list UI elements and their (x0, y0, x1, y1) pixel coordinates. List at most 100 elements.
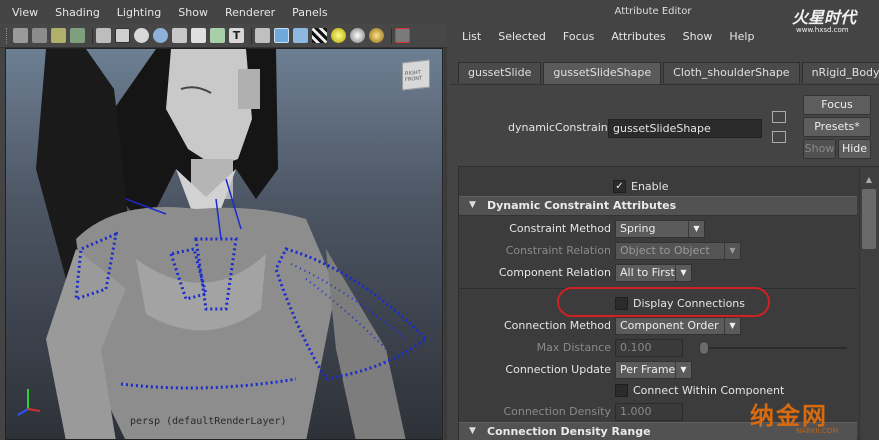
perspective-view[interactable]: RIGHT FRONT persp (defaultRenderLayer) (5, 48, 443, 440)
default-material-icon[interactable] (191, 28, 206, 43)
row-constraint-relation: Constraint Relation Object to Object ▼ (459, 241, 857, 261)
output-connection-icon[interactable] (772, 131, 786, 143)
tab-gussetslide[interactable]: gussetSlide (458, 62, 542, 83)
enable-label: Enable (631, 180, 669, 193)
connect-within-checkbox[interactable] (615, 384, 628, 397)
max-distance-slider-track[interactable] (699, 347, 847, 349)
checker-icon[interactable] (312, 28, 327, 43)
row-connection-update: Connection Update Per Frame ▼ (459, 360, 857, 380)
ortho-cube-icon[interactable] (274, 28, 289, 43)
shaded-cube-icon[interactable] (255, 28, 270, 43)
component-relation-value: All to First (620, 266, 675, 279)
highlight-ellipse (557, 287, 770, 317)
constraint-method-dropdown[interactable]: Spring ▼ (615, 220, 705, 238)
max-distance-field[interactable]: 0.100 (615, 339, 683, 357)
view-cube-label: RIGHT FRONT (405, 69, 423, 84)
constraint-relation-value: Object to Object (620, 244, 710, 257)
presets-button[interactable]: Presets* (803, 117, 871, 137)
film-gate-icon[interactable] (115, 28, 130, 43)
scroll-up-icon[interactable]: ▲ (862, 175, 876, 187)
scrollbar-thumb[interactable] (862, 189, 876, 249)
hair-ornament (238, 69, 260, 109)
connection-density-label: Connection Density (503, 405, 611, 418)
node-type-label: dynamicConstraint: (508, 121, 616, 134)
toolbar-separator (92, 27, 93, 44)
constraint-method-value: Spring (620, 222, 656, 235)
menu-help[interactable]: Help (729, 30, 754, 43)
component-relation-dropdown[interactable]: All to First ▼ (615, 264, 692, 282)
menu-show[interactable]: Show (178, 6, 208, 19)
node-header: dynamicConstraint: gussetSlideShape Focu… (450, 84, 879, 164)
menu-lighting[interactable]: Lighting (117, 6, 161, 19)
focus-button[interactable]: Focus (803, 95, 871, 115)
node-tabs: gussetSlide gussetSlideShape Cloth_shoul… (458, 62, 879, 84)
connection-method-dropdown[interactable]: Component Order ▼ (615, 317, 741, 335)
constraint-method-label: Constraint Method (509, 222, 611, 235)
axis-z (17, 408, 29, 416)
menu-shading[interactable]: Shading (55, 6, 100, 19)
max-distance-slider-handle[interactable] (699, 341, 709, 355)
menu-selected[interactable]: Selected (498, 30, 546, 43)
watermark-top-main: 火星时代 (792, 8, 857, 27)
node-name-field[interactable]: gussetSlideShape (608, 119, 762, 138)
connection-update-value: Per Frame (620, 363, 676, 376)
section-dynamic-constraint[interactable]: ▼ Dynamic Constraint Attributes (459, 196, 857, 216)
light-icon[interactable] (331, 28, 346, 43)
character-render (17, 49, 429, 439)
image-plane-icon[interactable] (70, 28, 85, 43)
connection-update-label: Connection Update (505, 363, 611, 376)
bookmark-icon[interactable] (51, 28, 66, 43)
hide-button[interactable]: Hide (838, 139, 871, 159)
chevron-down-icon: ▼ (724, 243, 740, 259)
row-component-relation: Component Relation All to First ▼ (459, 263, 857, 283)
component-relation-label: Component Relation (498, 266, 611, 279)
chevron-down-icon: ▼ (688, 221, 704, 237)
chevron-down-icon: ▼ (675, 265, 691, 281)
max-distance-label: Max Distance (536, 341, 611, 354)
menu-panels[interactable]: Panels (292, 6, 327, 19)
section-title: Connection Density Range (487, 425, 651, 438)
connection-density-field[interactable]: 1.000 (615, 403, 683, 421)
resolution-gate-icon[interactable] (134, 28, 149, 43)
section-title: Dynamic Constraint Attributes (487, 199, 677, 212)
enable-checkbox[interactable]: ✓ (613, 180, 626, 193)
watermark-top-sub: www.hxsd.com (796, 26, 849, 34)
xray-icon[interactable] (369, 28, 384, 43)
camera-attributes-icon[interactable] (32, 28, 47, 43)
smooth-shade-icon[interactable] (172, 28, 187, 43)
tab-cloth-shouldershape[interactable]: Cloth_shoulderShape (663, 62, 800, 83)
menu-view[interactable]: View (12, 6, 38, 19)
menu-renderer[interactable]: Renderer (225, 6, 275, 19)
select-icon[interactable] (395, 28, 410, 43)
menu-focus[interactable]: Focus (563, 30, 594, 43)
camera-icon[interactable] (13, 28, 28, 43)
text-icon[interactable]: T (229, 28, 244, 43)
chevron-down-icon: ▼ (724, 318, 740, 334)
toolbar-grip[interactable] (6, 27, 9, 44)
watermark-logo-bottom: 纳金网 NARKII.COM (750, 396, 870, 440)
input-connection-icon[interactable] (772, 111, 786, 123)
wireframe-icon[interactable] (153, 28, 168, 43)
collapse-triangle-icon: ▼ (469, 200, 476, 210)
menu-attributes[interactable]: Attributes (611, 30, 665, 43)
show-button[interactable]: Show (803, 139, 836, 159)
connection-update-dropdown[interactable]: Per Frame ▼ (615, 361, 692, 379)
chevron-down-icon: ▼ (675, 362, 691, 378)
collapse-triangle-icon: ▼ (469, 426, 476, 436)
constraint-relation-dropdown[interactable]: Object to Object ▼ (615, 242, 741, 260)
menu-list[interactable]: List (462, 30, 481, 43)
axis-x (27, 408, 41, 412)
connection-method-label: Connection Method (504, 319, 611, 332)
row-connection-method: Connection Method Component Order ▼ (459, 316, 857, 336)
watermark-bottom-sub: NARKII.COM (796, 427, 839, 435)
shadow-icon[interactable] (350, 28, 365, 43)
tab-gussetslideshape[interactable]: gussetSlideShape (543, 62, 662, 84)
wireframe-on-shaded-icon[interactable] (210, 28, 225, 43)
isolate-icon[interactable] (293, 28, 308, 43)
tab-nrigid-body[interactable]: nRigid_Body (801, 62, 879, 83)
view-cube[interactable]: RIGHT FRONT (402, 59, 430, 91)
menu-show[interactable]: Show (683, 30, 713, 43)
camera-label: persp (defaultRenderLayer) (130, 416, 287, 427)
grid-icon[interactable] (96, 28, 111, 43)
toolbar-separator (391, 27, 392, 44)
